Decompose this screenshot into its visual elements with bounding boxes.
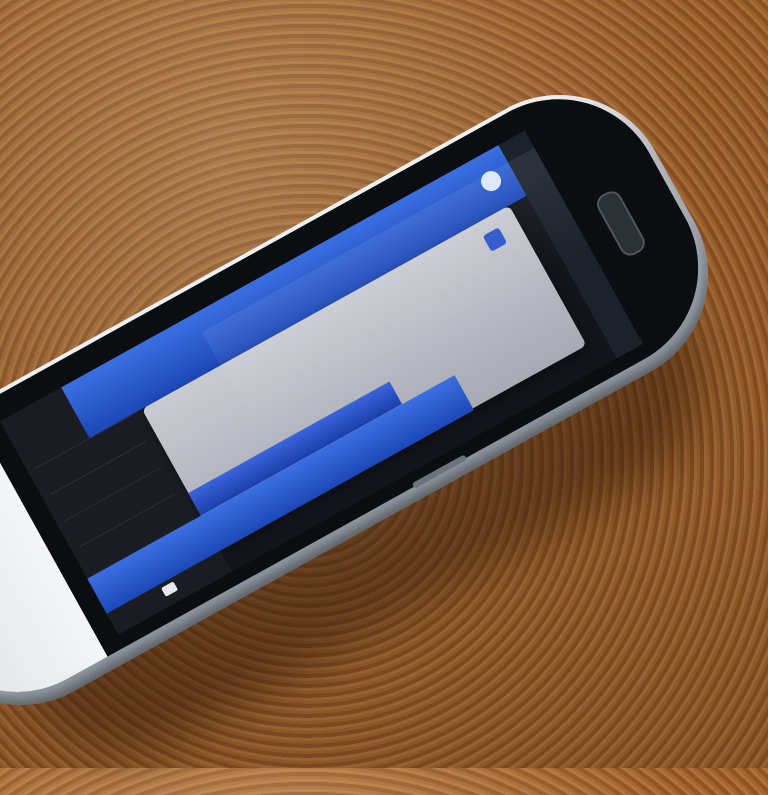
earpiece-speaker — [593, 187, 649, 260]
app-icon — [482, 227, 508, 252]
account-icon[interactable] — [477, 167, 505, 195]
